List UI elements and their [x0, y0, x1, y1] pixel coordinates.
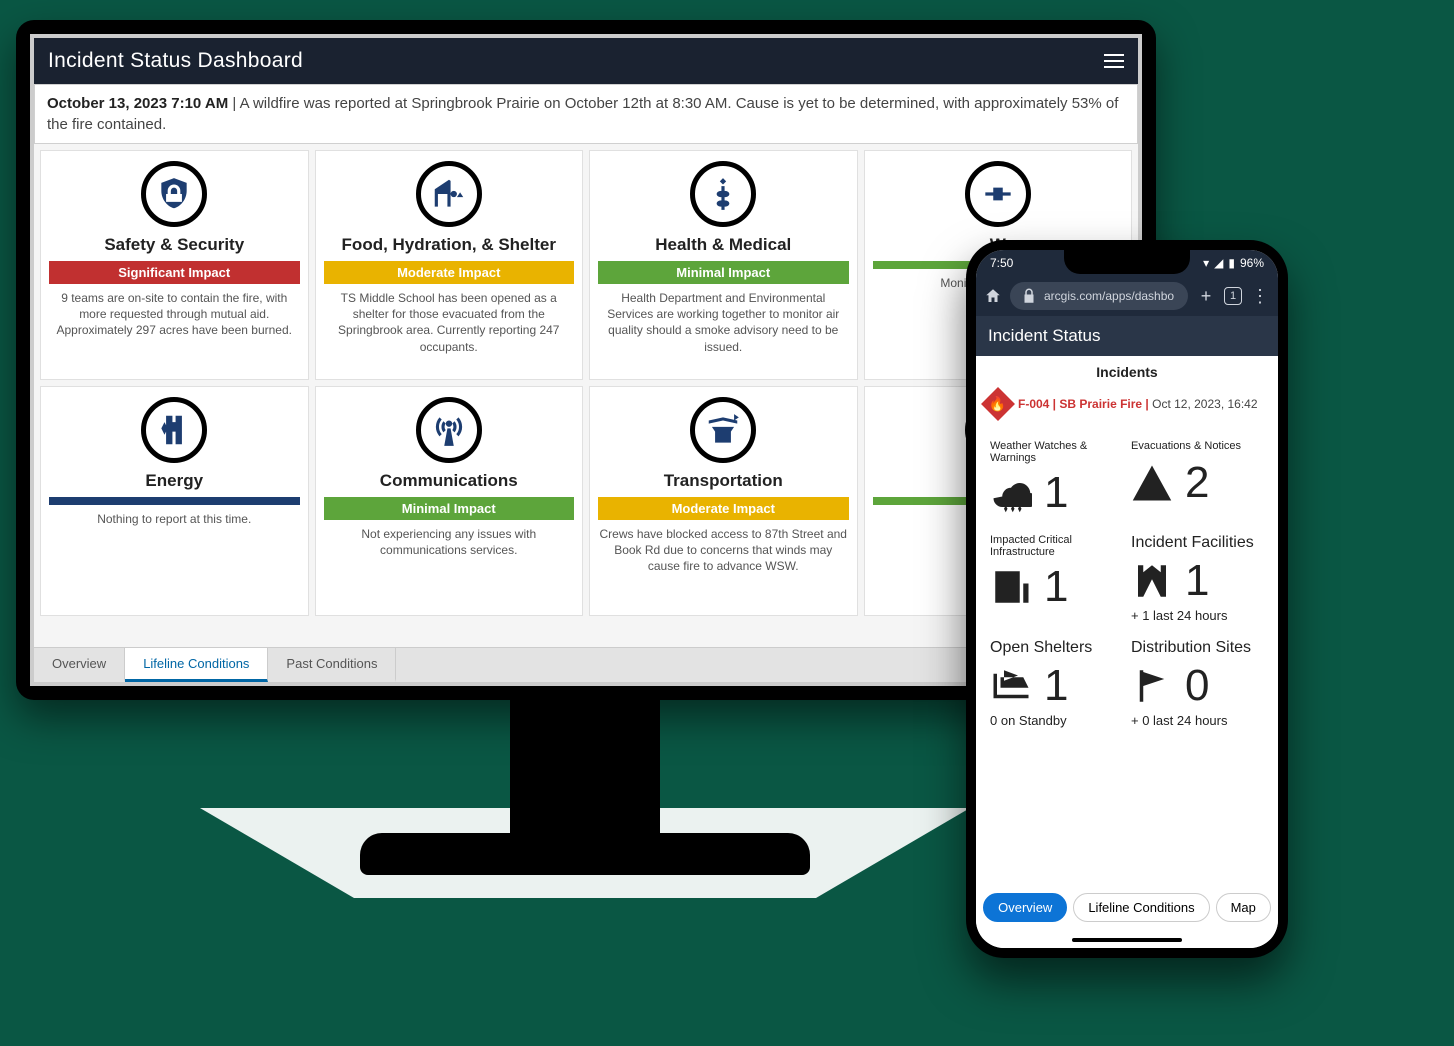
browser-toolbar: arcgis.com/apps/dashbo + 1 ⋮ [976, 276, 1278, 316]
badge-icon [141, 161, 207, 227]
warning-icon [1131, 462, 1173, 504]
card-title: Food, Hydration, & Shelter [324, 235, 575, 255]
impact-badge: Moderate Impact [324, 261, 575, 284]
impact-badge: Minimal Impact [598, 261, 849, 284]
card-title: Transportation [598, 471, 849, 491]
stat-num: 1 [1044, 661, 1068, 711]
incidents-header: Incidents [976, 356, 1278, 388]
mobile-body: Incidents 🔥 F-004 | SB Prairie Fire | Oc… [976, 356, 1278, 948]
stat-sub: + 0 last 24 hours [1131, 713, 1264, 728]
stat-num: 1 [1185, 556, 1209, 606]
summary-timestamp: October 13, 2023 7:10 AM [47, 95, 228, 112]
card-desc: Health Department and Environmental Serv… [598, 290, 849, 355]
card-desc: 9 teams are on-site to contain the fire,… [49, 290, 300, 339]
valve-icon [965, 161, 1031, 227]
tent-icon [1131, 560, 1173, 602]
cloud-rain-icon [990, 472, 1032, 514]
building-icon [990, 566, 1032, 608]
mobile-app-title: Incident Status [976, 316, 1278, 356]
card-communications[interactable]: Communications Minimal Impact Not experi… [315, 386, 584, 616]
caduceus-icon [690, 161, 756, 227]
tab-overview[interactable]: Overview [34, 648, 125, 682]
m-tab-overview[interactable]: Overview [983, 893, 1067, 922]
tab-count-icon[interactable]: 1 [1224, 287, 1242, 305]
monitor-stand-neck [510, 700, 660, 850]
stat-label: Evacuations & Notices [1131, 440, 1264, 454]
card-transportation[interactable]: Transportation Moderate Impact Crews hav… [589, 386, 858, 616]
stat-infrastructure[interactable]: Impacted Critical Infrastructure 1 [990, 534, 1123, 623]
stat-facilities[interactable]: Incident Facilities 1 + 1 last 24 hours [1131, 534, 1264, 623]
stat-weather[interactable]: Weather Watches & Warnings 1 [990, 440, 1123, 518]
card-desc: Nothing to report at this time. [49, 511, 300, 527]
status-right-icons: ▾ ◢ ▮ 96% [1203, 256, 1264, 270]
lock-icon [1020, 287, 1038, 305]
incident-summary-bar: October 13, 2023 7:10 AM | A wildfire wa… [34, 84, 1138, 144]
battery-text: 96% [1240, 256, 1264, 270]
flag-icon [1131, 665, 1173, 707]
card-food-shelter[interactable]: Food, Hydration, & Shelter Moderate Impa… [315, 150, 584, 380]
impact-badge: Significant Impact [49, 261, 300, 284]
stat-label: Distribution Sites [1131, 639, 1264, 657]
card-energy[interactable]: Energy Nothing to report at this time. [40, 386, 309, 616]
stat-label: Incident Facilities [1131, 534, 1264, 552]
fire-icon: 🔥 [981, 387, 1015, 421]
signal-icon: ◢ [1214, 256, 1223, 270]
mobile-tabs: Overview Lifeline Conditions Map [976, 887, 1278, 928]
stat-num: 0 [1185, 661, 1209, 711]
battery-icon: ▮ [1228, 256, 1235, 270]
stat-num: 1 [1044, 468, 1068, 518]
tab-lifeline-conditions[interactable]: Lifeline Conditions [125, 648, 268, 682]
url-bar[interactable]: arcgis.com/apps/dashbo [1010, 282, 1188, 310]
stat-num: 2 [1185, 458, 1209, 508]
stat-sub: 0 on Standby [990, 713, 1123, 728]
stat-sub: + 1 last 24 hours [1131, 608, 1264, 623]
stat-label: Weather Watches & Warnings [990, 440, 1123, 464]
incident-code: F-004 | SB Prairie Fire | [1018, 397, 1152, 411]
stat-evacuations[interactable]: Evacuations & Notices 2 [1131, 440, 1264, 518]
phone-screen: 7:50 ▾ ◢ ▮ 96% arcgis.com/apps/dashbo + … [976, 250, 1278, 948]
impact-badge: Moderate Impact [598, 497, 849, 520]
stat-label: Open Shelters [990, 639, 1123, 657]
browser-menu-icon[interactable]: ⋮ [1250, 286, 1270, 307]
dashboard-title: Incident Status Dashboard [48, 49, 303, 73]
shelter-icon [416, 161, 482, 227]
card-safety-security[interactable]: Safety & Security Significant Impact 9 t… [40, 150, 309, 380]
url-text: arcgis.com/apps/dashbo [1044, 289, 1174, 303]
card-desc: Crews have blocked access to 87th Street… [598, 526, 849, 575]
phone-notch [1064, 250, 1190, 274]
card-desc: TS Middle School has been opened as a sh… [324, 290, 575, 355]
m-tab-lifeline[interactable]: Lifeline Conditions [1073, 893, 1209, 922]
stat-distribution[interactable]: Distribution Sites 0 + 0 last 24 hours [1131, 639, 1264, 728]
stat-label: Impacted Critical Infrastructure [990, 534, 1123, 558]
card-desc: Not experiencing any issues with communi… [324, 526, 575, 558]
card-title: Safety & Security [49, 235, 300, 255]
antenna-icon [416, 397, 482, 463]
energy-icon [141, 397, 207, 463]
phone-frame: 7:50 ▾ ◢ ▮ 96% arcgis.com/apps/dashbo + … [966, 240, 1288, 958]
gesture-bar[interactable] [1072, 938, 1182, 942]
impact-badge: Minimal Impact [324, 497, 575, 520]
wifi-icon: ▾ [1203, 256, 1209, 270]
incident-row[interactable]: 🔥 F-004 | SB Prairie Fire | Oct 12, 2023… [976, 388, 1278, 426]
bed-icon [990, 665, 1032, 707]
dashboard-header: Incident Status Dashboard [34, 38, 1138, 84]
card-health-medical[interactable]: Health & Medical Minimal Impact Health D… [589, 150, 858, 380]
transport-icon [690, 397, 756, 463]
card-title: Health & Medical [598, 235, 849, 255]
incident-time: Oct 12, 2023, 16:42 [1152, 397, 1257, 411]
impact-badge [49, 497, 300, 505]
card-title: Communications [324, 471, 575, 491]
stat-grid: Weather Watches & Warnings 1 Evacuations… [976, 426, 1278, 742]
tab-past-conditions[interactable]: Past Conditions [268, 648, 396, 682]
monitor-stand-base [360, 833, 810, 875]
menu-icon[interactable] [1104, 54, 1124, 68]
status-time: 7:50 [990, 256, 1013, 270]
card-title: Energy [49, 471, 300, 491]
stat-num: 1 [1044, 562, 1068, 612]
stat-shelters[interactable]: Open Shelters 1 0 on Standby [990, 639, 1123, 728]
new-tab-icon[interactable]: + [1196, 286, 1216, 307]
m-tab-map[interactable]: Map [1216, 893, 1271, 922]
home-icon[interactable] [984, 287, 1002, 305]
